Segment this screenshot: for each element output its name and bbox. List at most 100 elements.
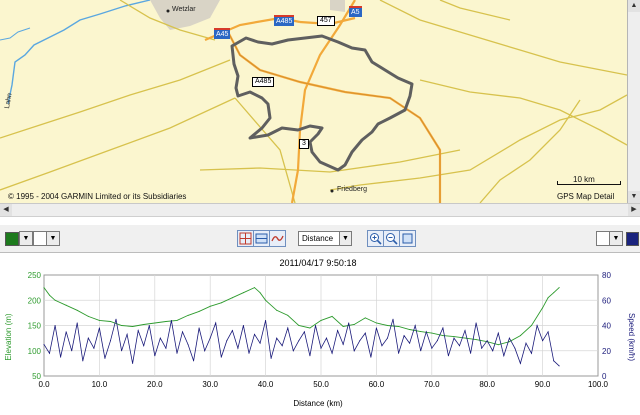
y-left-tick-label: 150: [28, 322, 42, 331]
zoom-out-icon[interactable]: [383, 230, 400, 247]
speed-point: [137, 330, 139, 332]
elevation-point: [287, 314, 289, 316]
x-tick-label: 80.0: [479, 380, 495, 389]
x-axis-label: Distance (km): [293, 399, 343, 408]
shield-a45: A45: [214, 28, 231, 39]
speed-point: [298, 340, 300, 342]
split-view-icon[interactable]: [253, 230, 270, 247]
speed-point: [265, 319, 267, 321]
speed-point: [514, 347, 516, 349]
left-series-dropdown[interactable]: ▼: [46, 231, 60, 246]
speed-point: [204, 350, 206, 352]
chevron-down-icon: ▼: [339, 232, 351, 245]
speed-point: [54, 325, 56, 326]
map-canvas[interactable]: [0, 0, 627, 203]
axis-mode-select[interactable]: Distance ▼: [298, 231, 352, 246]
profile-chart[interactable]: 2011/04/17 9:50:18 0.0 10.0 20.0 30.0 40.0 50…: [0, 253, 640, 410]
map-copyright: © 1995 - 2004 GARMIN Limited or its Subs…: [8, 192, 187, 201]
speed-point: [49, 352, 51, 354]
river-branch: [0, 27, 31, 41]
speed-point: [76, 322, 78, 324]
map-vertical-scrollbar[interactable]: ▲ ▼: [628, 0, 640, 203]
elevation-point: [265, 299, 267, 301]
speed-point: [508, 337, 510, 339]
speed-point: [392, 318, 394, 320]
axis-mode-value: Distance: [302, 234, 334, 243]
zoom-in-icon[interactable]: [367, 230, 384, 247]
speed-point: [409, 342, 411, 344]
speed-point: [425, 331, 427, 333]
elevation-point: [98, 319, 100, 321]
elevation-point: [398, 326, 400, 328]
speed-point: [209, 337, 211, 339]
left-series-color-swatch[interactable]: [5, 232, 19, 246]
speed-point: [220, 356, 222, 358]
shield-457: 457: [317, 16, 335, 26]
scroll-left-button[interactable]: ◀: [0, 204, 12, 216]
profile-toolbar: ▼ ▼ Distance ▼ ▼: [0, 225, 640, 253]
zoom-fit-icon[interactable]: [399, 230, 416, 247]
scroll-up-button[interactable]: ▲: [628, 0, 640, 12]
speed-point: [420, 350, 422, 352]
elevation-point: [531, 325, 533, 326]
speed-point: [87, 337, 89, 339]
speed-point: [375, 327, 377, 329]
speed-point: [326, 337, 328, 339]
friedberg-marker: [330, 189, 334, 193]
elevation-point: [54, 299, 56, 301]
speed-point: [453, 337, 455, 339]
elevation-point: [475, 339, 477, 341]
right-series-dropdown[interactable]: ▼: [609, 231, 623, 246]
minor-road: [379, 0, 627, 76]
speed-point: [254, 333, 256, 335]
elevation-point: [342, 326, 344, 328]
speed-point: [71, 350, 73, 352]
scroll-down-button[interactable]: ▼: [628, 191, 640, 203]
left-axis-label: Elevation (m): [4, 313, 13, 360]
elevation-point: [209, 305, 211, 307]
speed-point: [215, 322, 217, 324]
speed-point: [115, 318, 117, 320]
right-series-color-swatch[interactable]: [626, 232, 639, 246]
left-color-dropdown[interactable]: ▼: [19, 231, 33, 246]
elevation-point: [386, 325, 388, 326]
profile-chart-canvas[interactable]: 2011/04/17 9:50:18 0.0 10.0 20.0 30.0 40.0 50…: [0, 253, 640, 410]
speed-point: [148, 325, 150, 326]
x-tick-label: 50.0: [313, 380, 329, 389]
chart-title: 2011/04/17 9:50:18: [280, 258, 357, 268]
speed-point: [370, 356, 372, 358]
speed-point: [447, 355, 449, 357]
y-right-tick-label: 20: [602, 347, 611, 356]
elevation-point: [276, 309, 278, 311]
map-view[interactable]: Wetzlar Friedberg Lahn A485 A45 457 A5 A…: [0, 0, 628, 203]
gps-track: [230, 34, 414, 172]
scroll-right-button[interactable]: ▶: [628, 204, 640, 216]
elevation-point: [331, 315, 333, 317]
minor-road: [439, 0, 511, 21]
speed-point: [82, 360, 84, 362]
map-horizontal-scrollbar[interactable]: ◀ ▶: [0, 203, 640, 216]
crosshair-icon[interactable]: [237, 230, 254, 247]
speed-point: [93, 347, 95, 349]
speed-point: [121, 350, 123, 352]
elevation-point: [231, 297, 233, 299]
speed-point: [558, 365, 560, 367]
smooth-curve-icon[interactable]: [269, 230, 286, 247]
speed-point: [442, 327, 444, 329]
major-road: [226, 29, 442, 203]
shield-a5: A5: [349, 6, 362, 17]
elevation-point: [409, 329, 411, 331]
elevation-point: [121, 325, 123, 326]
speed-point: [459, 345, 460, 347]
elevation-point: [65, 304, 67, 306]
speed-point: [553, 360, 555, 362]
y-left-tick-label: 200: [28, 296, 42, 305]
place-wetzlar: Wetzlar: [172, 6, 196, 13]
speed-point: [109, 340, 111, 342]
speed-point: [287, 327, 289, 329]
speed-point: [381, 345, 383, 347]
minor-road: [0, 59, 231, 139]
speed-point: [542, 340, 544, 342]
elevation-point: [375, 322, 377, 324]
speed-point: [536, 325, 538, 326]
